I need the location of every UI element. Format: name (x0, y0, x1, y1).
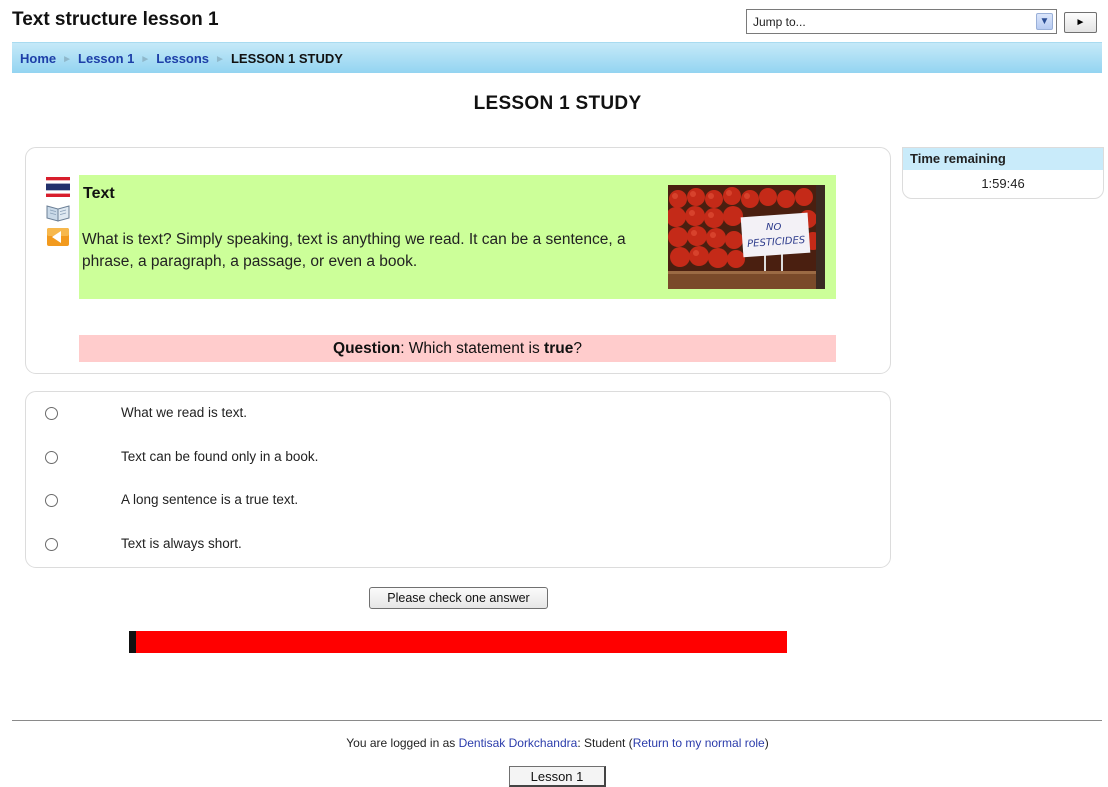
login-prefix: You are logged in as (346, 736, 459, 750)
question-suffix: ? (573, 340, 582, 357)
time-remaining-block: Time remaining 1:59:46 (902, 147, 1104, 199)
user-profile-link[interactable]: Dentisak Dorkchandra (459, 736, 578, 750)
book-icon[interactable] (46, 202, 70, 222)
progress-bar-fill (129, 631, 136, 653)
go-button[interactable]: ► (1064, 12, 1097, 33)
lesson-text-panel: Text What is text? Simply speaking, text… (79, 175, 836, 299)
lesson-heading: Text (83, 185, 115, 202)
jump-to-placeholder: Jump to... (753, 15, 806, 29)
answer-label[interactable]: Text is always short. (121, 536, 242, 551)
tomatoes-photo: NO PESTICIDES (668, 185, 825, 289)
time-remaining-value: 1:59:46 (981, 176, 1025, 191)
breadcrumb-current: LESSON 1 STUDY (230, 51, 343, 66)
page-title: LESSON 1 STUDY (473, 93, 642, 114)
breadcrumb-separator-icon: ► (62, 54, 73, 65)
submit-button[interactable]: Please check one answer (369, 587, 548, 609)
question-prefix: Question (333, 340, 401, 357)
login-info: You are logged in as Dentisak Dorkchandr… (0, 736, 1108, 750)
lesson-body-text: What is text? Simply speaking, text is a… (82, 231, 626, 270)
answer-label[interactable]: Text can be found only in a book. (121, 449, 318, 464)
footer-divider (12, 720, 1102, 721)
breadcrumb-separator-icon: ► (140, 54, 151, 65)
answer-label[interactable]: A long sentence is a true text. (121, 492, 298, 507)
answer-label[interactable]: What we read is text. (121, 405, 247, 420)
radio-button[interactable] (45, 407, 58, 420)
navbar: Home ► Lesson 1 ► Lessons ► LESSON 1 STUDY (12, 42, 1102, 73)
breadcrumb-home-link[interactable]: Home (20, 51, 56, 66)
question-bar: Question: Which statement is true? (79, 335, 836, 362)
login-role: : Student ( (577, 736, 633, 750)
progress-bar (129, 631, 787, 653)
breadcrumb-lesson-link[interactable]: Lesson 1 (78, 51, 134, 66)
breadcrumb-lessons-link[interactable]: Lessons (156, 51, 209, 66)
breadcrumb: Home ► Lesson 1 ► Lessons ► LESSON 1 STUDY (20, 51, 343, 66)
time-remaining-label: Time remaining (903, 148, 1103, 170)
breadcrumb-separator-icon: ► (215, 54, 225, 65)
question-emphasis: true (544, 340, 574, 357)
return-role-link[interactable]: Return to my normal role (633, 736, 765, 750)
audio-back-icon[interactable] (46, 227, 70, 247)
jump-to-select[interactable]: Jump to... ▼ (746, 9, 1057, 34)
radio-button[interactable] (45, 494, 58, 507)
course-home-button[interactable]: Lesson 1 (509, 766, 606, 787)
thai-flag-icon[interactable] (46, 177, 70, 197)
question-text: : Which statement is (400, 340, 545, 357)
page-heading: Text structure lesson 1 (12, 9, 219, 30)
radio-button[interactable] (45, 538, 58, 551)
login-suffix: ) (764, 736, 769, 750)
sign-text-line1: NO (766, 222, 781, 233)
chevron-down-icon[interactable]: ▼ (1036, 13, 1053, 30)
radio-button[interactable] (45, 451, 58, 464)
